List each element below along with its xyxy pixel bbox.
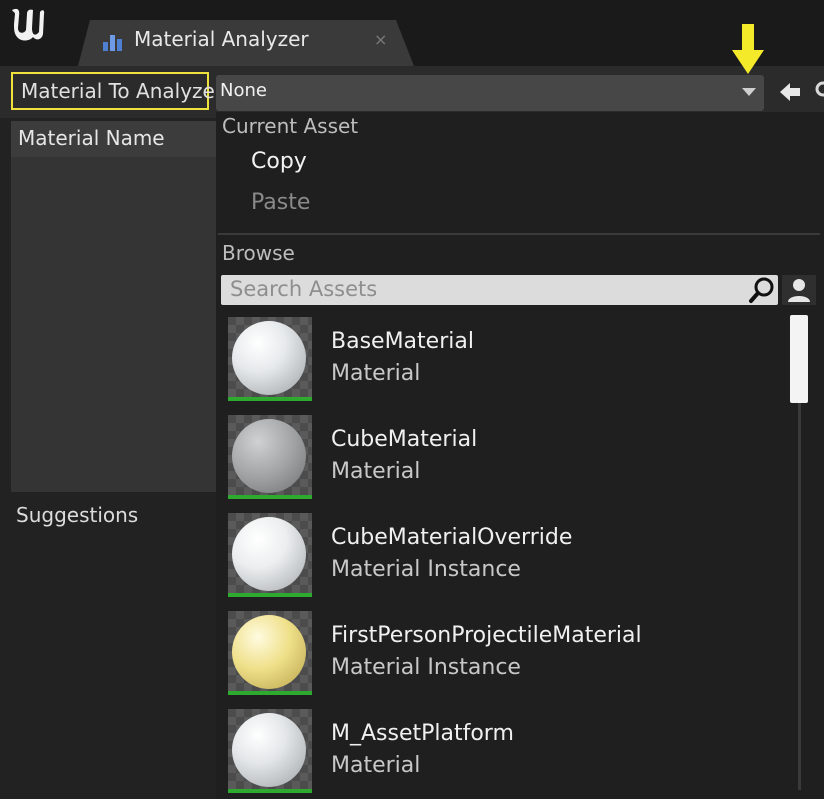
asset-type-bar (228, 593, 312, 597)
material-sphere (232, 517, 306, 591)
material-to-analyze-label: Material To Analyze: (11, 72, 222, 110)
search-input[interactable]: Search Assets (221, 275, 778, 305)
user-icon (788, 279, 810, 302)
asset-type-bar (228, 495, 312, 499)
current-asset-header: Current Asset (222, 114, 359, 138)
user-filter-button[interactable] (782, 275, 816, 305)
material-sphere (232, 615, 306, 689)
asset-type: Material (331, 459, 421, 484)
tab-title: Material Analyzer (134, 27, 309, 51)
asset-type-bar (228, 397, 312, 401)
material-sphere (232, 419, 306, 493)
suggestions-heading: Suggestions (16, 503, 139, 527)
asset-name: CubeMaterial (331, 427, 478, 452)
asset-type: Material (331, 753, 421, 778)
browse-header: Browse (222, 241, 295, 265)
asset-type-bar (228, 789, 312, 793)
asset-name: M_AssetPlatform (331, 721, 514, 746)
material-sphere (232, 321, 306, 395)
tab-material-analyzer[interactable]: Material Analyzer × (78, 20, 414, 66)
asset-item[interactable]: CubeMaterialOverride Material Instance (228, 513, 788, 597)
paste-menu-item[interactable]: Paste (251, 190, 310, 215)
asset-type: Material (331, 361, 421, 386)
scrollbar-thumb[interactable] (790, 315, 808, 403)
asset-thumbnail (228, 709, 312, 793)
asset-name: BaseMaterial (331, 329, 474, 354)
search-placeholder: Search Assets (230, 277, 378, 301)
asset-thumbnail (228, 513, 312, 597)
asset-type-bar (228, 691, 312, 695)
asset-type: Material Instance (331, 557, 521, 582)
asset-item[interactable]: FirstPersonProjectileMaterial Material I… (228, 611, 788, 695)
asset-thumbnail (228, 415, 312, 499)
search-icon[interactable] (748, 276, 776, 304)
menu-divider (218, 233, 820, 235)
combo-value: None (220, 80, 267, 101)
dropdown-arrow-icon[interactable] (742, 88, 756, 96)
copy-menu-item[interactable]: Copy (251, 149, 307, 174)
unreal-logo-icon (12, 8, 45, 41)
asset-thumbnail (228, 317, 312, 401)
asset-item[interactable]: M_AssetPlatform Material (228, 709, 788, 793)
annotation-arrow-icon (732, 24, 764, 74)
asset-type: Material Instance (331, 655, 521, 680)
close-icon[interactable]: × (374, 30, 387, 49)
asset-thumbnail (228, 611, 312, 695)
material-sphere (232, 713, 306, 787)
asset-name: CubeMaterialOverride (331, 525, 573, 550)
scrollbar-track[interactable] (798, 400, 801, 790)
material-name-list (11, 157, 216, 492)
material-combo-box[interactable]: None (216, 75, 764, 111)
material-analyzer-tab-icon (103, 35, 122, 51)
asset-item[interactable]: BaseMaterial Material (228, 317, 788, 401)
browse-icon[interactable] (814, 80, 824, 104)
back-arrow-icon[interactable] (778, 80, 802, 104)
asset-name: FirstPersonProjectileMaterial (331, 623, 642, 648)
material-name-header: Material Name (11, 121, 216, 157)
asset-item[interactable]: CubeMaterial Material (228, 415, 788, 499)
